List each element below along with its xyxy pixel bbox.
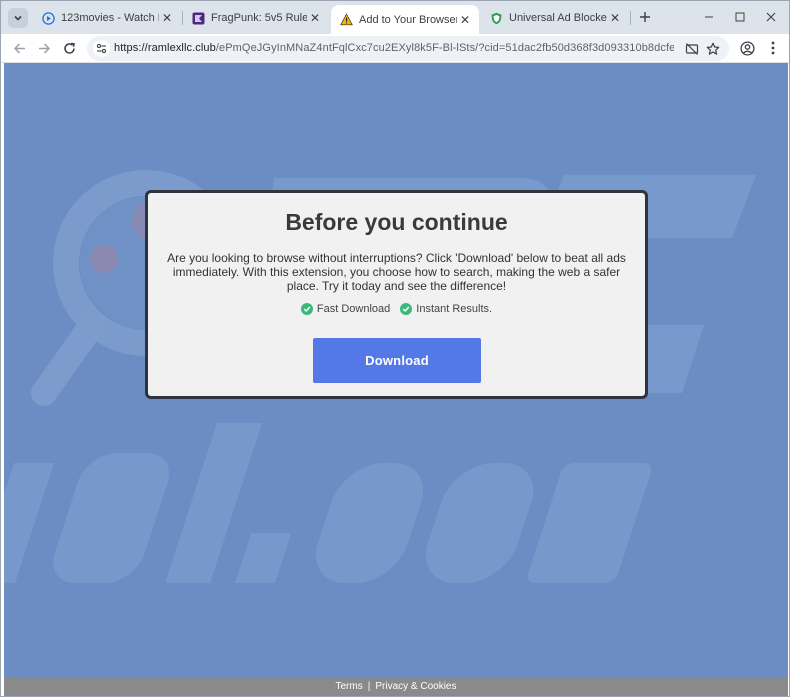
- url-host: https://ramlexllc.club: [114, 42, 216, 54]
- terms-link[interactable]: Terms: [336, 681, 363, 692]
- browser-window: 123movies - Watch Free Movies ✕ FragPunk…: [0, 0, 790, 697]
- reload-icon: [63, 42, 75, 54]
- tab-123movies[interactable]: 123movies - Watch Free Movies ✕: [33, 6, 181, 30]
- url-text[interactable]: https://ramlexllc.club/ePmQeJGyInMNaZ4nt…: [114, 42, 674, 54]
- forward-button[interactable]: [35, 39, 53, 57]
- reload-button[interactable]: [60, 39, 78, 57]
- menu-button[interactable]: [764, 39, 782, 57]
- play-circle-icon: [41, 11, 55, 25]
- tab-search-button[interactable]: [8, 8, 28, 28]
- back-button[interactable]: [10, 39, 28, 57]
- plus-icon: [640, 12, 650, 22]
- tab-title: Add to Your Browser: [359, 13, 457, 26]
- close-tab-icon[interactable]: ✕: [607, 10, 623, 26]
- maximize-icon: [735, 12, 745, 22]
- tab-title: 123movies - Watch Free Movies: [61, 12, 159, 24]
- tab-ad-blocker[interactable]: Universal Ad Blocker ✕: [481, 6, 629, 30]
- shield-icon: [489, 11, 503, 25]
- download-button[interactable]: Download: [313, 338, 481, 383]
- more-vertical-icon: [771, 41, 775, 55]
- account-circle-icon: [739, 40, 755, 56]
- close-tab-icon[interactable]: ✕: [307, 10, 323, 26]
- feature-label: Instant Results.: [416, 303, 493, 315]
- cast-blocked-button[interactable]: [683, 40, 700, 57]
- check-circle-icon: [400, 303, 413, 315]
- maximize-button[interactable]: [732, 9, 748, 25]
- modal-title: Before you continue: [285, 209, 508, 235]
- profile-button[interactable]: [738, 39, 756, 57]
- close-window-button[interactable]: [763, 9, 779, 25]
- minimize-button[interactable]: [701, 9, 717, 25]
- feature-item: Fast Download: [300, 303, 391, 315]
- tab-add-to-browser[interactable]: Add to Your Browser ✕: [331, 5, 479, 34]
- tab-strip: 123movies - Watch Free Movies ✕ FragPunk…: [1, 1, 789, 34]
- page-content: Before you continue Are you looking to b…: [4, 63, 788, 677]
- chevron-down-icon: [14, 15, 22, 21]
- modal-description: Are you looking to browse without interr…: [167, 251, 626, 293]
- browser-toolbar: https://ramlexllc.club/ePmQeJGyInMNaZ4nt…: [1, 34, 789, 63]
- tab-divider: [630, 11, 631, 25]
- feature-list: Fast Download Instant Results.: [148, 303, 645, 315]
- close-tab-icon[interactable]: ✕: [457, 12, 473, 28]
- star-icon: [706, 42, 719, 55]
- bookmark-button[interactable]: [704, 40, 721, 57]
- feature-label: Fast Download: [316, 303, 391, 315]
- check-circle-icon: [300, 303, 313, 315]
- privacy-link[interactable]: Privacy & Cookies: [375, 681, 456, 692]
- close-icon: [766, 12, 776, 22]
- tab-title: FragPunk: 5v5 Rule-Breaking Shooter: [211, 12, 307, 24]
- site-info-button[interactable]: [93, 40, 110, 57]
- feature-item: Instant Results.: [400, 303, 492, 315]
- footer-separator: |: [367, 681, 371, 692]
- page-footer: Terms | Privacy & Cookies: [4, 677, 788, 696]
- eye-off-icon: [685, 42, 698, 55]
- tab-fragpunk[interactable]: FragPunk: 5v5 Rule-Breaking Shooter ✕: [183, 6, 329, 30]
- minimize-icon: [705, 16, 713, 18]
- tune-icon: [96, 43, 107, 54]
- arrow-right-icon: [38, 42, 50, 54]
- arrow-left-icon: [13, 42, 25, 54]
- tab-title: Universal Ad Blocker: [509, 12, 607, 24]
- new-tab-button[interactable]: [637, 9, 653, 25]
- warning-icon: [339, 13, 353, 27]
- game-logo-icon: [191, 11, 205, 25]
- close-tab-icon[interactable]: ✕: [159, 10, 175, 26]
- url-path: /ePmQeJGyInMNaZ4ntFqlCxc7cu2EXyl8k5F-Bl-…: [215, 42, 674, 54]
- download-modal: Before you continue Are you looking to b…: [145, 190, 648, 399]
- address-bar[interactable]: https://ramlexllc.club/ePmQeJGyInMNaZ4nt…: [87, 36, 729, 61]
